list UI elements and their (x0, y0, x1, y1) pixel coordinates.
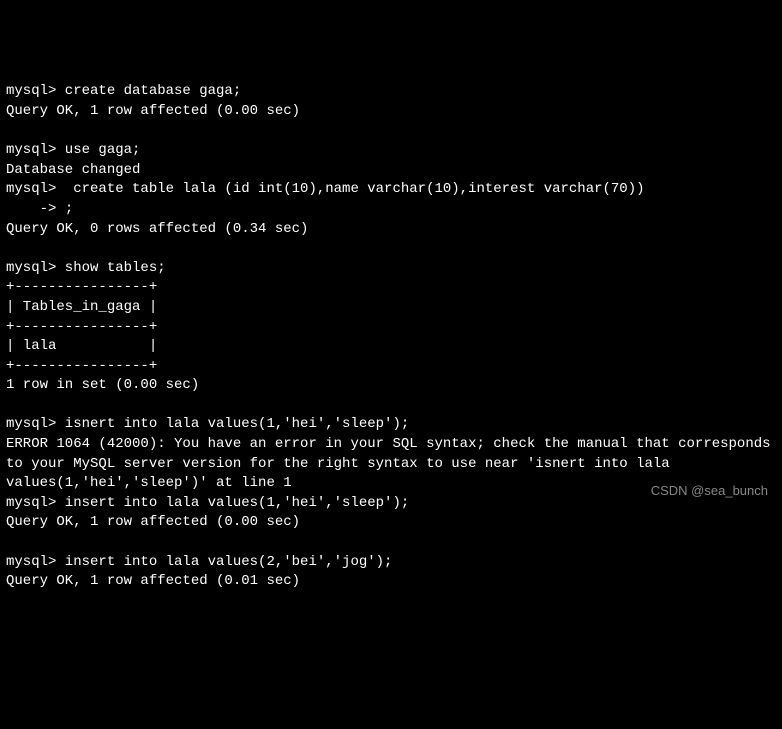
terminal-line: +----------------+ (6, 278, 776, 298)
terminal-line: Query OK, 1 row affected (0.00 sec) (6, 102, 776, 122)
terminal-line: -> ; (6, 200, 776, 220)
terminal-line (6, 396, 776, 416)
terminal-output[interactable]: mysql> create database gaga;Query OK, 1 … (6, 82, 776, 591)
terminal-line (6, 533, 776, 553)
terminal-line: mysql> show tables; (6, 259, 776, 279)
terminal-line: mysql> insert into lala values(2,'bei','… (6, 553, 776, 573)
terminal-line: 1 row in set (0.00 sec) (6, 376, 776, 396)
terminal-line: Query OK, 1 row affected (0.01 sec) (6, 572, 776, 592)
terminal-line: Query OK, 0 rows affected (0.34 sec) (6, 220, 776, 240)
terminal-line (6, 239, 776, 259)
terminal-line (6, 122, 776, 142)
terminal-line: mysql> use gaga; (6, 141, 776, 161)
terminal-line: mysql> create table lala (id int(10),nam… (6, 180, 776, 200)
terminal-line: +----------------+ (6, 318, 776, 338)
terminal-line: mysql> isnert into lala values(1,'hei','… (6, 415, 776, 435)
watermark-text: CSDN @sea_bunch (651, 482, 768, 500)
terminal-line: Query OK, 1 row affected (0.00 sec) (6, 513, 776, 533)
terminal-line: Database changed (6, 161, 776, 181)
terminal-line: | Tables_in_gaga | (6, 298, 776, 318)
terminal-line: +----------------+ (6, 357, 776, 377)
terminal-line: mysql> create database gaga; (6, 82, 776, 102)
terminal-line: | lala | (6, 337, 776, 357)
